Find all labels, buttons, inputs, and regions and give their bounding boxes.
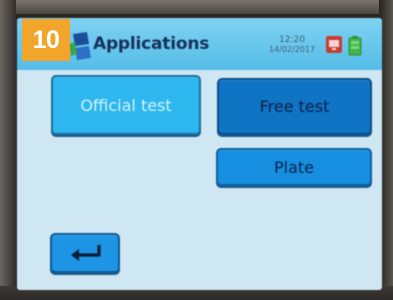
plate-label: Plate [273,157,314,177]
official-test-label: Official test [80,95,172,115]
official-test-button[interactable]: Official test [51,75,201,135]
app-logo-icon [69,32,91,60]
app-header: Applications 12:20 14/02/2017 [17,18,382,70]
device-screen: Applications 12:20 14/02/2017 Official t… [17,18,382,290]
page-title: Applications [93,34,210,54]
device-bezel-top [0,0,393,14]
clock-time: 12:20 [279,35,305,45]
step-number-badge: 10 [22,19,70,61]
back-button[interactable] [50,233,120,273]
plate-button[interactable]: Plate [216,148,372,186]
clock-date: 14/02/2017 [268,45,316,54]
pc-connection-icon [326,36,342,53]
battery-icon [348,36,362,56]
device-bezel-left [0,0,16,300]
return-arrow-icon [71,245,101,261]
clock-display: 12:20 14/02/2017 [262,35,322,55]
free-test-button[interactable]: Free test [217,78,372,135]
free-test-label: Free test [259,97,330,116]
